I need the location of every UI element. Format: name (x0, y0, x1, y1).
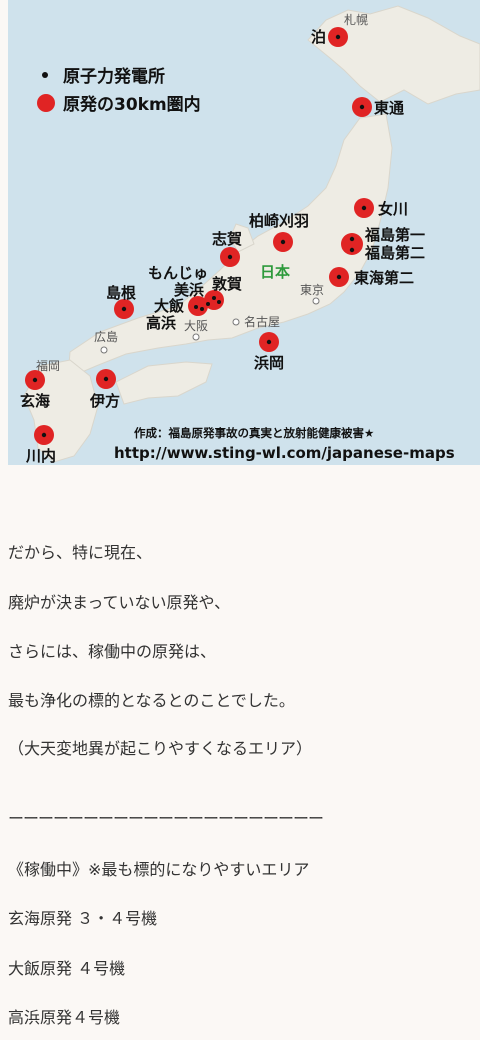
nuclear-plant-map: 原子力発電所 原発の30km圏内 日本 札幌 東京 名古屋 大阪 広島 福岡 泊… (8, 0, 480, 465)
city-sapporo: 札幌 (344, 12, 368, 27)
label-fukushima2: 福島第二 (364, 244, 425, 262)
marker-shika-dot (227, 254, 233, 260)
marker-tokai-dot (336, 274, 342, 280)
marker-ohi-dot (194, 305, 198, 309)
marker-fukushima2-dot (349, 247, 355, 253)
paragraph-line: さらには、稼働中の原発は、 (8, 642, 217, 661)
paragraph-line: 廃炉が決まっていない原発や、 (8, 593, 231, 612)
label-tokai: 東海第二 (354, 269, 414, 287)
city-nagoya: 名古屋 (244, 314, 280, 329)
divider-line: ーーーーーーーーーーーーーーーーーーーーー (8, 809, 324, 828)
marker-tsuruga-dot (212, 296, 216, 300)
label-fukushima1: 福島第一 (364, 226, 425, 244)
label-higashidori: 東通 (374, 99, 404, 117)
label-shika: 志賀 (212, 230, 242, 248)
marker-tomari-dot (335, 34, 341, 40)
city-osaka-dot (192, 333, 200, 341)
list-item: 大飯原発 ４号機 (8, 959, 126, 978)
marker-genkai-dot (32, 377, 38, 383)
marker-ikata-dot (103, 376, 109, 382)
label-shimane: 島根 (106, 284, 136, 302)
paragraph-line: だから、特に現在、 (8, 543, 153, 562)
marker-higashidori-dot (359, 104, 365, 110)
label-ikata: 伊方 (89, 392, 120, 410)
label-onagawa: 女川 (378, 200, 408, 218)
label-sendai: 川内 (25, 447, 56, 465)
city-osaka: 大阪 (184, 319, 208, 333)
label-ohi: 大飯 (154, 297, 184, 315)
map-credit: 作成：福島原発事故の真実と放射能健康被害★ (134, 426, 374, 440)
label-hamaoka: 浜岡 (254, 354, 284, 372)
city-tokyo-dot (312, 297, 320, 305)
section-heading: 《稼働中》※最も標的になりやすいエリア (8, 860, 310, 879)
city-fukuoka: 福岡 (36, 358, 60, 373)
marker-monju-dot (206, 302, 210, 306)
marker-takahama-dot (200, 307, 204, 311)
marker-mihama-dot (217, 300, 221, 304)
country-label: 日本 (260, 263, 290, 281)
marker-ohi (188, 296, 208, 316)
label-genkai: 玄海 (20, 392, 50, 410)
map-svg: 原子力発電所 原発の30km圏内 日本 札幌 東京 名古屋 大阪 広島 福岡 泊… (8, 0, 480, 465)
label-tsuruga: 敦賀 (212, 275, 242, 293)
marker-sendai-dot (41, 432, 47, 438)
legend-plant-label: 原子力発電所 (63, 66, 165, 87)
city-hiroshima: 広島 (94, 329, 118, 344)
legend-zone-label: 原発の30km圏内 (63, 94, 201, 115)
map-url: http://www.sting-wl.com/japanese-maps (114, 444, 455, 462)
marker-fukushima1-dot (349, 236, 355, 242)
label-monju: もんじゅ (148, 264, 208, 282)
city-nagoya-dot (232, 318, 240, 326)
list-item: 玄海原発 ３・４号機 (8, 909, 158, 928)
legend-zone-dot (37, 94, 55, 112)
paragraph-line: 最も浄化の標的となるとのことでした。 (8, 691, 295, 710)
marker-shimane-dot (121, 306, 127, 312)
paragraph-line: （大天変地異が起こりやすくなるエリア） (8, 739, 313, 758)
legend-plant-dot (42, 72, 48, 78)
label-takahama: 高浜 (146, 314, 176, 332)
label-tomari: 泊 (311, 28, 326, 46)
label-kashiwazaki: 柏崎刈羽 (249, 212, 309, 230)
marker-hamaoka-dot (266, 339, 272, 345)
marker-kashiwazaki-dot (280, 239, 286, 245)
city-hiroshima-dot (100, 346, 108, 354)
marker-onagawa-dot (361, 205, 367, 211)
list-item: 高浜原発４号機 (8, 1008, 121, 1027)
city-tokyo: 東京 (300, 283, 324, 297)
